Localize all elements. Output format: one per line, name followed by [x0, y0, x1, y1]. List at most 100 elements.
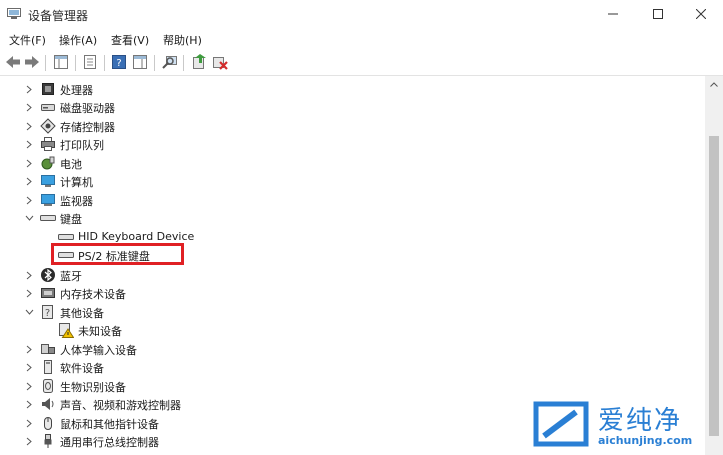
close-button[interactable] — [679, 0, 723, 28]
tree-item-label: 处理器 — [60, 84, 93, 97]
tree-item-label: 未知设备 — [78, 325, 122, 338]
toolbar-separator — [154, 55, 155, 71]
chevron-right-icon[interactable] — [24, 98, 34, 116]
menu-action[interactable]: 操作(A) — [59, 32, 97, 48]
chevron-right-icon[interactable] — [24, 117, 34, 135]
software-device-icon — [44, 360, 52, 374]
tree-item-monitors[interactable]: 监视器 — [0, 191, 705, 209]
tree-item-biometric[interactable]: 生物识别设备 — [0, 377, 705, 395]
device-manager-icon — [7, 8, 21, 19]
window-title: 设备管理器 — [28, 9, 89, 23]
tree-item-label: 人体学输入设备 — [60, 344, 137, 357]
chevron-down-icon[interactable] — [24, 209, 34, 227]
title-bar: 设备管理器 — [0, 0, 723, 28]
help-button[interactable]: ? — [110, 53, 128, 71]
scan-hardware-button[interactable] — [161, 53, 179, 71]
tree-item-label: 存储控制器 — [60, 121, 115, 134]
tree-item-hid[interactable]: 人体学输入设备 — [0, 340, 705, 358]
update-driver-button[interactable] — [190, 53, 208, 71]
svg-text:?: ? — [116, 58, 121, 69]
chevron-down-icon[interactable] — [24, 303, 34, 321]
minimize-button[interactable] — [591, 0, 635, 28]
help-icon: ? — [112, 55, 126, 69]
action-pane-icon — [133, 55, 147, 69]
chevron-right-icon[interactable] — [24, 191, 34, 209]
tree-item-storage-controllers[interactable]: 存储控制器 — [0, 117, 705, 135]
chevron-up-icon — [710, 81, 718, 87]
back-button[interactable] — [4, 53, 22, 71]
printer-icon — [41, 137, 55, 151]
arrow-right-icon — [25, 56, 39, 68]
warning-device-icon — [59, 323, 74, 338]
tree-item-disk-drives[interactable]: 磁盘驱动器 — [0, 98, 705, 116]
processor-icon — [42, 83, 54, 95]
forward-button[interactable] — [23, 53, 41, 71]
tree-item-software-devices[interactable]: 软件设备 — [0, 358, 705, 376]
bluetooth-icon — [41, 268, 55, 282]
tree-item-label: 键盘 — [60, 213, 82, 226]
chevron-right-icon[interactable] — [24, 340, 34, 358]
toolbar-separator — [183, 55, 184, 71]
show-hide-console-tree-button[interactable] — [52, 53, 70, 71]
tree-item-label: 电池 — [60, 158, 82, 171]
watermark-brand: 爱纯净 — [598, 406, 683, 436]
toolbar-separator — [45, 55, 46, 71]
memory-device-icon — [41, 288, 55, 298]
scan-hardware-icon — [162, 56, 177, 69]
tree-item-label: 磁盘驱动器 — [60, 102, 115, 115]
chevron-right-icon[interactable] — [24, 172, 34, 190]
tree-item-label: 蓝牙 — [60, 270, 82, 283]
tree-item-other-devices[interactable]: ? 其他设备 — [0, 303, 705, 321]
highlight-box — [51, 243, 184, 265]
action-pane-button[interactable] — [131, 53, 149, 71]
chevron-right-icon[interactable] — [24, 266, 34, 284]
menu-file[interactable]: 文件(F) — [9, 32, 46, 48]
chevron-right-icon[interactable] — [24, 377, 34, 395]
menu-view[interactable]: 查看(V) — [111, 32, 149, 48]
tree-item-print-queues[interactable]: 打印队列 — [0, 135, 705, 153]
tree-item-keyboards[interactable]: 键盘 — [0, 209, 705, 227]
speaker-icon — [42, 398, 54, 410]
tree-item-unknown-device[interactable]: 未知设备 — [0, 321, 705, 339]
chevron-right-icon[interactable] — [24, 395, 34, 413]
uninstall-device-button[interactable] — [211, 53, 229, 71]
tree-item-processors[interactable]: 处理器 — [0, 80, 705, 98]
watermark-url: aichunjing.com — [598, 434, 693, 447]
human-interface-icon — [41, 344, 55, 354]
chevron-right-icon[interactable] — [24, 154, 34, 172]
tree-item-label: 鼠标和其他指针设备 — [60, 418, 159, 431]
toolbar: ? — [0, 49, 723, 76]
battery-icon — [41, 156, 55, 170]
chevron-right-icon[interactable] — [24, 284, 34, 302]
menu-bar: 文件(F) 操作(A) 查看(V) 帮助(H) — [0, 29, 723, 49]
tree-item-label: 计算机 — [60, 176, 93, 189]
tree-item-batteries[interactable]: 电池 — [0, 154, 705, 172]
maximize-icon — [653, 9, 663, 19]
chevron-right-icon[interactable] — [24, 358, 34, 376]
chevron-right-icon[interactable] — [24, 135, 34, 153]
scrollbar-thumb[interactable] — [709, 136, 719, 436]
properties-icon — [84, 55, 96, 69]
tree-item-label: 声音、视频和游戏控制器 — [60, 399, 181, 412]
tree-item-label: HID Keyboard Device — [78, 230, 195, 243]
maximize-button[interactable] — [636, 0, 680, 28]
chevron-right-icon[interactable] — [24, 80, 34, 98]
usb-icon — [44, 434, 52, 448]
menu-help[interactable]: 帮助(H) — [163, 32, 202, 48]
tree-item-label: 内存技术设备 — [60, 288, 126, 301]
tree-item-bluetooth[interactable]: 蓝牙 — [0, 266, 705, 284]
uninstall-device-icon — [213, 57, 228, 70]
chevron-right-icon[interactable] — [24, 432, 34, 450]
chevron-right-icon[interactable] — [24, 414, 34, 432]
console-tree-icon — [54, 55, 68, 69]
tree-item-label: 监视器 — [60, 195, 93, 208]
scroll-up-button[interactable] — [705, 76, 723, 92]
properties-button[interactable] — [81, 53, 99, 71]
disk-drive-icon — [41, 104, 55, 111]
update-driver-icon — [193, 54, 206, 69]
computer-icon — [41, 175, 55, 187]
unknown-device-icon: ? — [42, 305, 53, 319]
tree-item-computer[interactable]: 计算机 — [0, 172, 705, 190]
tree-item-memory-technology[interactable]: 内存技术设备 — [0, 284, 705, 302]
tree-item-label: 通用串行总线控制器 — [60, 436, 159, 449]
